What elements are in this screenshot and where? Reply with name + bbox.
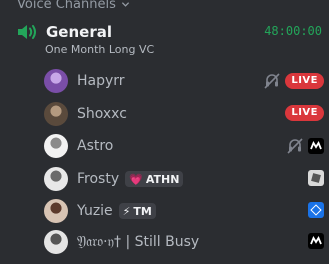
- lightning-icon: ⚡: [122, 204, 131, 218]
- channel-timer: 48:00:00: [264, 24, 322, 38]
- channel-name: General: [46, 23, 112, 41]
- voice-channels-header[interactable]: Voice Channels: [17, 0, 130, 12]
- voice-user-row[interactable]: Yuzie ⚡ TM: [44, 198, 328, 224]
- game-icon: [308, 138, 324, 154]
- avatar: [44, 102, 68, 126]
- heart-icon: 💗: [129, 172, 143, 186]
- avatar: [44, 134, 68, 158]
- username: 𝔜𝔞𝔯𝔬·𝔶† | Still Busy: [77, 234, 200, 250]
- section-title: Voice Channels: [17, 0, 116, 12]
- avatar: [44, 230, 68, 254]
- channel-status: One Month Long VC: [45, 43, 155, 56]
- username: Frosty: [77, 171, 120, 187]
- server-tag: ⚡ TM: [118, 203, 156, 219]
- voice-user-row[interactable]: Hapyrr LIVE: [44, 68, 328, 94]
- server-tag-label: ATHN: [145, 172, 180, 186]
- chevron-down-icon: [121, 1, 129, 7]
- username: Yuzie: [77, 203, 113, 219]
- live-badge: LIVE: [285, 105, 324, 121]
- username: Shoxxc: [77, 106, 127, 122]
- deafened-icon: [287, 138, 303, 154]
- server-tag: 💗 ATHN: [125, 171, 184, 187]
- roblox-icon: [308, 170, 324, 186]
- voice-user-row[interactable]: Shoxxc LIVE: [44, 101, 328, 127]
- voice-user-row[interactable]: Frosty 💗 ATHN: [44, 166, 328, 192]
- speaker-icon: [18, 25, 36, 39]
- voice-user-row[interactable]: 𝔜𝔞𝔯𝔬·𝔶† | Still Busy: [44, 229, 328, 255]
- live-badge: LIVE: [285, 73, 324, 89]
- avatar: [44, 69, 68, 93]
- game-icon: [308, 233, 324, 249]
- voice-channel-general[interactable]: General 48:00:00: [16, 22, 322, 42]
- deafened-icon: [264, 73, 280, 89]
- server-tag-label: TM: [133, 204, 152, 218]
- username: Hapyrr: [77, 73, 125, 89]
- avatar: [44, 199, 68, 223]
- blue-app-icon: [308, 202, 324, 218]
- username: Astro: [77, 138, 114, 154]
- avatar: [44, 167, 68, 191]
- voice-user-row[interactable]: Astro: [44, 133, 328, 159]
